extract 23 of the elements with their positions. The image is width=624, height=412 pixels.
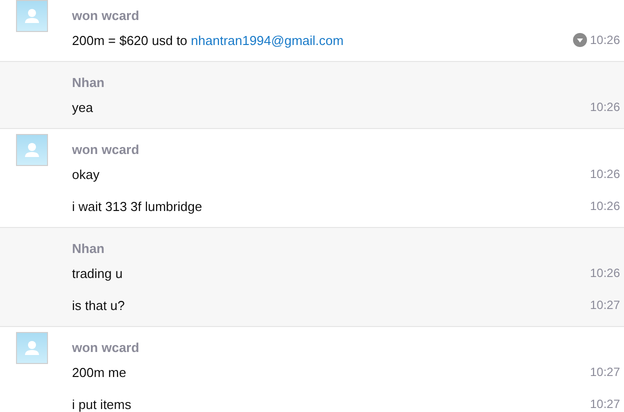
dropdown-caret-icon[interactable] — [572, 33, 587, 47]
message-time: 10:26 — [590, 100, 620, 114]
message-text: yea — [72, 100, 93, 114]
message-time: 10:27 — [590, 397, 620, 411]
email-link[interactable]: nhantran1994@gmail.com — [190, 32, 344, 48]
message-text: is that u? — [72, 298, 125, 312]
sender-name: won wcard — [72, 142, 140, 158]
message-time: 10:26 — [590, 167, 620, 181]
message-text: i put items — [72, 396, 132, 412]
sender-name: won wcard — [72, 8, 140, 24]
message-time: 10:26 — [590, 199, 620, 213]
sender-name: Nhan — [72, 75, 106, 91]
sender-name: Nhan — [72, 241, 106, 257]
message-time: 10:26 — [590, 266, 620, 280]
message-text: i wait 313 3f lumbridge — [72, 198, 202, 214]
message-time: 10:27 — [590, 298, 620, 312]
message-text: trading u — [72, 266, 123, 280]
message-time: 10:26 — [590, 33, 620, 47]
sender-name: won wcard — [72, 340, 140, 356]
message-text: okay — [72, 166, 100, 182]
message-text: 200m = $620 usd to nhantran1994@gmail.com — [72, 32, 344, 48]
message-time: 10:27 — [590, 365, 620, 379]
message-text: 200m me — [72, 364, 126, 380]
